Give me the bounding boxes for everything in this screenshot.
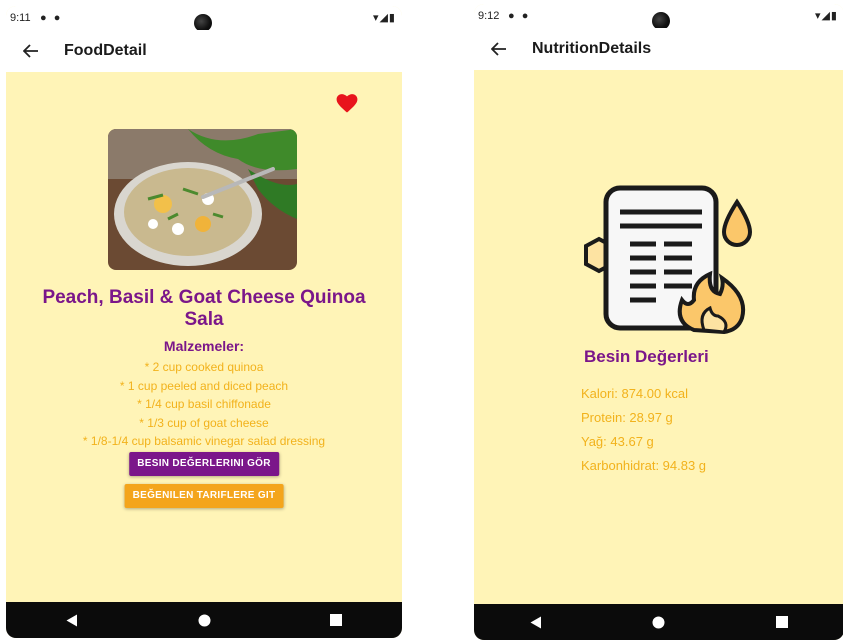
app-bar: NutritionDetails <box>474 28 843 70</box>
view-nutrition-button[interactable]: BESIN DEĞERLERINI GÖR <box>129 452 279 476</box>
nutrition-heading: Besin Değerleri <box>584 347 709 366</box>
heart-icon[interactable] <box>336 94 358 118</box>
system-nav-bar <box>474 604 843 640</box>
ingredient-item: * 1/4 cup basil chiffonade <box>137 397 271 411</box>
status-time: 9:11 <box>10 12 31 24</box>
nutrition-details-screen: 9:12 ● ● ▾◢▮ NutritionDetails Besin Değe… <box>474 4 843 640</box>
nutrition-item-carbs: Karbonhidrat: 94.83 g <box>581 458 707 473</box>
nutrition-item-protein: Protein: 28.97 g <box>581 410 673 425</box>
ingredients-heading: Malzemeler: <box>163 338 245 354</box>
status-bar: 9:12 ● ● ▾◢▮ <box>474 4 843 30</box>
status-time: 9:12 <box>478 10 500 22</box>
nutrition-list: Kalori: 874.00 kcal Protein: 28.97 g Yağ… <box>581 382 706 478</box>
food-title: Peach, Basil & Goat Cheese Quinoa Sala <box>42 287 366 330</box>
liked-recipes-button[interactable]: BEĞENILEN TARIFLERE GIT <box>124 484 284 508</box>
nav-recents-icon[interactable] <box>316 605 356 635</box>
back-arrow-icon[interactable] <box>488 38 510 60</box>
status-bar: 9:11 ● ● ▾◢▮ <box>6 6 402 32</box>
notification-icons: ● ● <box>508 10 531 22</box>
back-arrow-icon[interactable] <box>20 40 42 62</box>
nav-recents-icon[interactable] <box>762 607 802 637</box>
food-image <box>108 129 297 270</box>
nav-back-icon[interactable] <box>516 607 556 637</box>
nutrition-item-fat: Yağ: 43.67 g <box>581 434 654 449</box>
nav-home-icon[interactable] <box>639 607 679 637</box>
nutrition-document-icon <box>564 182 760 335</box>
page-title: FoodDetail <box>64 42 147 59</box>
nav-back-icon[interactable] <box>52 605 92 635</box>
ingredient-item: * 1/3 cup of goat cheese <box>139 415 269 430</box>
ingredient-item: * 1/8-1/4 cup balsamic vinegar salad dre… <box>82 434 326 448</box>
signal-battery-icon: ▾◢▮ <box>372 12 396 24</box>
food-detail-screen: 9:11 ● ● ▾◢▮ FoodDetail Peach, Basil & G… <box>6 6 402 638</box>
ingredient-item: * 1 cup peeled and diced peach <box>119 378 289 393</box>
nav-home-icon[interactable] <box>184 605 224 635</box>
page-title: NutritionDetails <box>532 40 652 57</box>
system-nav-bar <box>6 602 402 638</box>
ingredient-item: * 2 cup cooked quinoa <box>144 360 264 374</box>
nutrition-item-calories: Kalori: 874.00 kcal <box>581 386 688 401</box>
notification-icons: ● ● <box>40 12 63 24</box>
app-bar: FoodDetail <box>6 30 402 72</box>
ingredients-list: * 2 cup cooked quinoa * 1 cup peeled and… <box>6 358 402 451</box>
signal-battery-icon: ▾◢▮ <box>814 10 838 22</box>
